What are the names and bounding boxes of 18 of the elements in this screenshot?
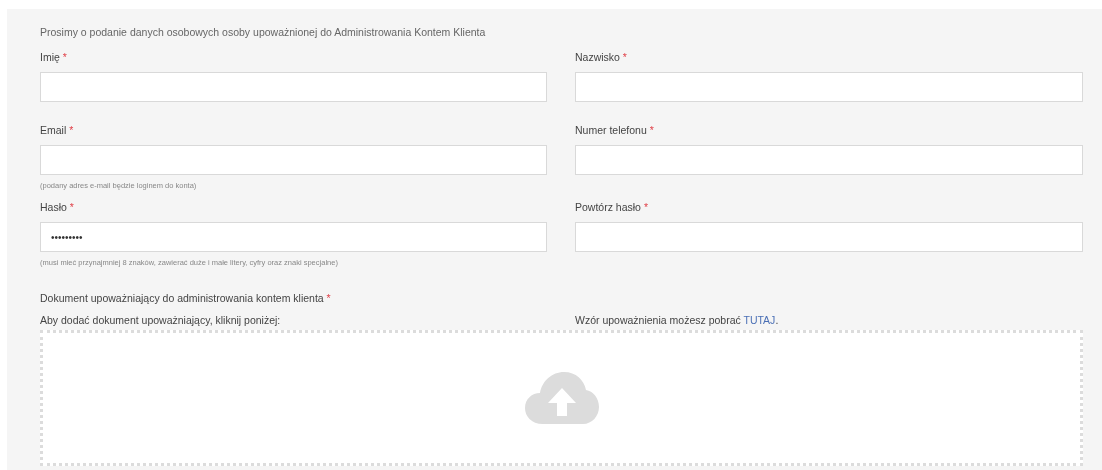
field-label: Powtórz hasło * xyxy=(575,201,649,215)
field-label: Nazwisko * xyxy=(575,51,628,65)
field-label: Imię * xyxy=(40,51,68,65)
input-field[interactable] xyxy=(575,145,1083,175)
template-sentence: Wzór upoważnienia możesz pobrać TUTAJ. xyxy=(575,314,780,326)
upload-dropzone[interactable] xyxy=(40,330,1083,466)
field-label: Hasło * xyxy=(40,201,75,215)
document-label: Dokument upoważniający do administrowania kontem klienta * xyxy=(40,292,332,304)
input-field[interactable] xyxy=(40,72,547,102)
intro-text: Prosimy o podanie danych osobowych osoby upoważnionej do Administrowania Kontem Klienta xyxy=(40,26,487,38)
field-label: Email * xyxy=(40,124,75,138)
input-field[interactable] xyxy=(40,145,547,175)
instruction-text: Aby dodać dokument upoważniający, kliknij poniżej: xyxy=(40,314,282,326)
cloud-upload-icon xyxy=(524,372,599,424)
field-label: Numer telefonu * xyxy=(575,124,655,138)
input-field[interactable] xyxy=(575,222,1083,252)
input-field[interactable] xyxy=(575,72,1083,102)
input-field[interactable]: ••••••••• xyxy=(40,222,547,252)
